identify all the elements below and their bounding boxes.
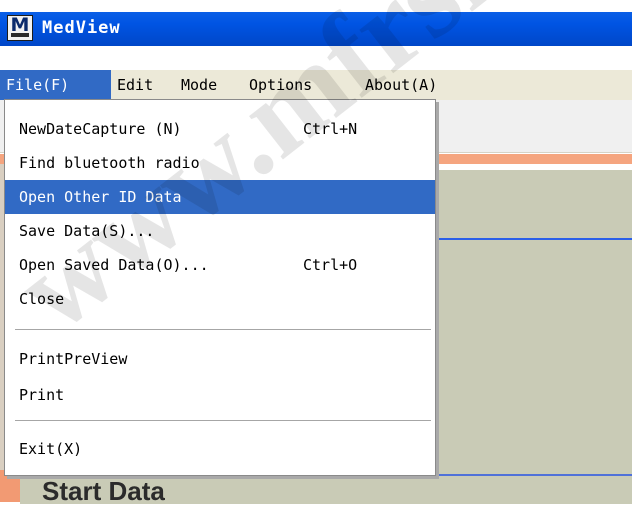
file-menu-dropdown: NewDateCapture (N) Ctrl+N Find bluetooth… — [4, 99, 436, 476]
menu-item-label: NewDateCapture (N) — [19, 120, 182, 138]
menu-bar: File(F) Edit Mode Options About(A) — [0, 70, 632, 101]
menu-item-find-bluetooth-radio[interactable]: Find bluetooth radio — [5, 146, 435, 180]
medview-m-icon: M — [10, 14, 30, 36]
window-title: MedView — [42, 18, 121, 38]
menu-about[interactable]: About(A) — [359, 70, 475, 100]
menu-item-exit[interactable]: Exit(X) — [5, 432, 435, 466]
panel-title: Start Data — [42, 476, 165, 506]
menu-item-label: Open Saved Data(O)... — [19, 256, 209, 274]
menu-item-print-preview[interactable]: PrintPreView — [5, 342, 435, 376]
menu-item-label: Save Data(S)... — [19, 222, 155, 240]
menu-item-label: Exit(X) — [19, 440, 83, 458]
menu-item-label: Close — [19, 290, 65, 308]
menu-item-close[interactable]: Close — [5, 282, 435, 316]
menu-item-label: PrintPreView — [19, 350, 128, 368]
shortcut-label: Ctrl+O — [303, 256, 358, 274]
menu-item-label: Open Other ID Data — [19, 188, 182, 206]
menu-item-open-saved-data[interactable]: Open Saved Data(O)... Ctrl+O — [5, 248, 435, 282]
menu-item-label: Print — [19, 386, 65, 404]
menu-item-new-data-capture[interactable]: NewDateCapture (N) Ctrl+N — [5, 112, 435, 146]
menu-separator — [15, 420, 431, 421]
menu-options[interactable]: Options — [243, 70, 359, 100]
menu-edit[interactable]: Edit — [111, 70, 175, 100]
menu-item-label: Find bluetooth radio — [19, 154, 200, 172]
menu-item-save-data[interactable]: Save Data(S)... — [5, 214, 435, 248]
shortcut-label: Ctrl+N — [303, 120, 358, 138]
menu-mode[interactable]: Mode — [175, 70, 243, 100]
title-bar: M MedView — [0, 12, 632, 46]
divider-line — [430, 238, 632, 240]
menu-file[interactable]: File(F) — [0, 70, 111, 100]
menu-item-print[interactable]: Print — [5, 378, 435, 412]
app-icon[interactable]: M — [7, 15, 33, 41]
menu-item-open-other-id-data[interactable]: Open Other ID Data — [5, 180, 435, 214]
menu-separator — [15, 329, 431, 330]
